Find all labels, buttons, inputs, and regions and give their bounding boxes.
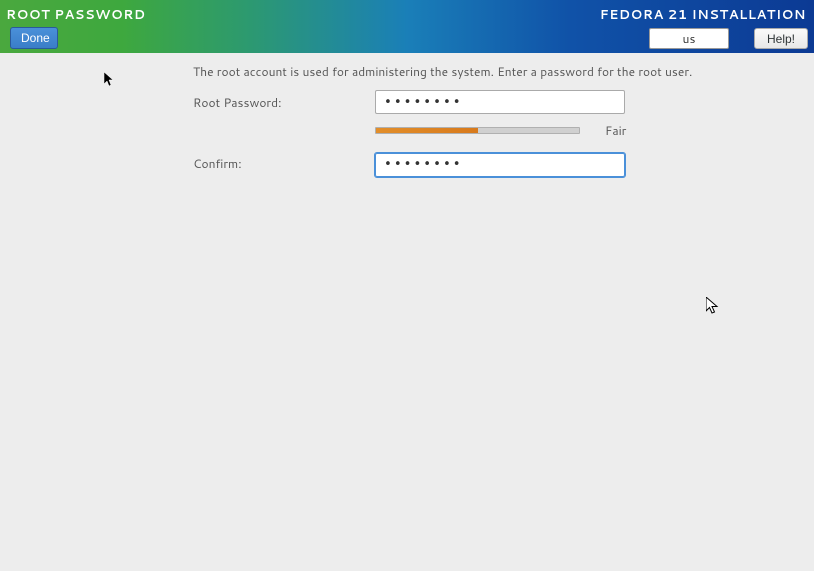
installation-title: FEDORA 21 INSTALLATION xyxy=(600,4,808,24)
strength-row: Fair xyxy=(190,122,794,139)
strength-bar-fill xyxy=(376,128,478,133)
strength-label: Fair xyxy=(605,122,626,139)
password-label: Root Password: xyxy=(190,94,375,111)
password-strength-bar xyxy=(375,127,580,134)
keyboard-layout-indicator[interactable]: us xyxy=(649,28,729,49)
root-password-input[interactable] xyxy=(375,90,625,114)
header-controls: us Help! xyxy=(649,28,808,49)
confirm-label: Confirm: xyxy=(190,155,375,172)
confirm-row: Confirm: xyxy=(190,151,794,177)
description-text: The root account is used for administeri… xyxy=(190,63,794,80)
help-button[interactable]: Help! xyxy=(754,28,808,49)
header-bar: ROOT PASSWORD Done FEDORA 21 INSTALLATIO… xyxy=(0,0,814,53)
page-title: ROOT PASSWORD xyxy=(6,4,146,25)
header-left: ROOT PASSWORD Done xyxy=(6,4,146,49)
confirm-password-input[interactable] xyxy=(375,153,625,177)
mouse-cursor-icon xyxy=(706,297,720,315)
header-right: FEDORA 21 INSTALLATION us Help! xyxy=(600,4,808,49)
done-button[interactable]: Done xyxy=(10,27,58,49)
content-area: The root account is used for administeri… xyxy=(0,53,814,205)
password-row: Root Password: xyxy=(190,90,794,114)
